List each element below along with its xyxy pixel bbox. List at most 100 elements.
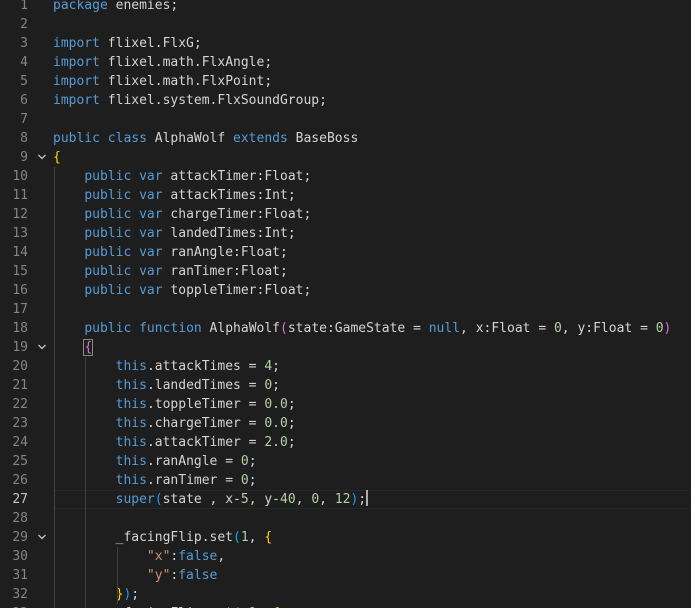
code-token: BaseBoss	[287, 131, 359, 146]
code-token: var	[139, 207, 163, 222]
line-number: 14	[12, 245, 28, 260]
line-number: 26	[12, 473, 28, 488]
code-token: super	[115, 492, 155, 507]
line-number: 20	[12, 359, 28, 374]
code-line[interactable]: this.ranTimer = 0;	[53, 471, 257, 490]
code-token: chargeTimer:Float;	[162, 207, 312, 222]
code-line[interactable]: public var ranTimer:Float;	[53, 262, 288, 281]
code-line[interactable]: this.chargeTimer = 0.0;	[53, 414, 296, 433]
code-line[interactable]: public var toppleTimer:Float;	[53, 281, 311, 300]
code-token: {	[53, 150, 61, 165]
code-token: ;	[131, 587, 140, 602]
code-line[interactable]: {	[53, 338, 94, 357]
code-line[interactable]: package enemies;	[53, 0, 178, 15]
code-token: ;	[272, 378, 280, 393]
code-line[interactable]: public function AlphaWolf(state:GameStat…	[53, 319, 671, 338]
code-line[interactable]: import flixel.math.FlxAngle;	[53, 53, 272, 72]
code-token: 0	[655, 321, 664, 336]
code-token: public	[53, 131, 100, 146]
code-token: public	[84, 245, 132, 260]
fold-chevron-icon[interactable]	[36, 338, 48, 357]
code-token: var	[139, 188, 163, 203]
code-token: attackTimes:Int;	[162, 188, 296, 203]
code-line[interactable]: import flixel.system.FlxSoundGroup;	[53, 91, 327, 110]
line-number: 19	[12, 340, 28, 355]
code-line[interactable]: this.ranAngle = 0;	[53, 452, 257, 471]
code-token: extends	[233, 131, 288, 146]
line-number-gutter: 1 2 3 4 5 6 7 8 9 10 11 12 13 14 15 16 17 18 19 20 21 22 23 24 2…	[0, 0, 53, 608]
code-token: this	[115, 435, 147, 450]
code-line[interactable]: "y":false	[53, 566, 217, 585]
code-token: , y-	[248, 492, 281, 507]
code-line[interactable]: import flixel.math.FlxPoint;	[53, 72, 272, 91]
fold-chevron-icon[interactable]	[36, 528, 48, 547]
code-token: 0	[553, 321, 562, 336]
code-token: .chargeTimer =	[146, 416, 265, 431]
line-number: 10	[12, 169, 28, 184]
code-line[interactable]: });	[53, 585, 139, 604]
code-token: ;	[287, 435, 296, 450]
code-line[interactable]: {	[53, 148, 61, 167]
code-line[interactable]: public var ranAngle:Float;	[53, 243, 288, 262]
line-number: 1	[20, 0, 28, 13]
code-line[interactable]: super(state , x-5, y-40, 0, 12);	[53, 490, 369, 509]
code-token: .ranAngle =	[146, 454, 241, 469]
code-token: 0	[240, 454, 249, 469]
fold-chevron-icon[interactable]	[36, 148, 48, 167]
code-line[interactable]: this.landedTimes = 0;	[53, 376, 280, 395]
code-line[interactable]: public var chargeTimer:Float;	[53, 205, 311, 224]
code-editor[interactable]: 1 2 3 4 5 6 7 8 9 10 11 12 13 14 15 16 17 18 19 20 21 22 23 24 2…	[0, 0, 691, 608]
code-line[interactable]: this.attackTimes = 4;	[53, 357, 280, 376]
code-token: flixel.math.FlxAngle;	[99, 55, 273, 70]
code-line[interactable]: "x":false,	[53, 547, 225, 566]
code-line[interactable]: this.toppleTimer = 0.0;	[53, 395, 296, 414]
code-token: import	[53, 93, 100, 108]
code-token: .attackTimer =	[146, 435, 265, 450]
line-number: 31	[12, 568, 28, 583]
line-number: 32	[12, 587, 28, 602]
code-token: 40	[280, 492, 296, 507]
code-token: ranAngle:Float;	[162, 245, 288, 260]
code-token: 12	[334, 492, 351, 507]
line-number: 28	[12, 511, 28, 526]
code-token: flixel.FlxG;	[99, 36, 202, 51]
code-token: this	[115, 416, 147, 431]
code-token: enemies;	[107, 0, 179, 13]
code-token: 2.0	[264, 435, 288, 450]
code-line[interactable]: public var landedTimes:Int;	[53, 224, 295, 243]
code-token: 5	[240, 492, 249, 507]
line-number: 18	[12, 321, 28, 336]
indent-guide	[85, 357, 86, 608]
line-number: 23	[12, 416, 28, 431]
code-token: import	[53, 55, 100, 70]
code-token: 1	[240, 530, 249, 545]
code-token: var	[139, 169, 163, 184]
code-token: public	[84, 207, 132, 222]
code-area[interactable]: package enemies; import flixel.FlxG; impor…	[53, 0, 691, 608]
code-token: function	[139, 321, 202, 336]
code-line[interactable]: this.attackTimer = 2.0;	[53, 433, 296, 452]
code-line[interactable]: public class AlphaWolf extends BaseBoss	[53, 129, 358, 148]
code-line[interactable]: import flixel.FlxG;	[53, 34, 202, 53]
code-token: import	[53, 74, 100, 89]
code-line[interactable]: public var attackTimer:Float;	[53, 167, 311, 186]
code-token: state , x-	[162, 492, 241, 507]
line-number: 17	[12, 302, 28, 317]
code-token: null	[428, 321, 461, 336]
code-line[interactable]: _facingFlip.set(-1, {	[53, 604, 280, 608]
line-number: 12	[12, 207, 28, 222]
line-number: 21	[12, 378, 28, 393]
line-number: 5	[20, 74, 28, 89]
code-token: var	[139, 245, 163, 260]
code-line[interactable]: public var attackTimes:Int;	[53, 186, 296, 205]
